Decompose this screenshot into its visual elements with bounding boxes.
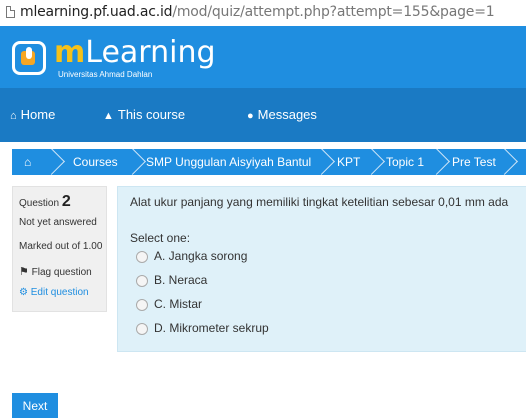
gear-icon: ⚙	[19, 287, 28, 298]
breadcrumb: ⌂ Courses SMP Unggulan Aisyiyah Bantul K…	[12, 149, 526, 175]
nav-messages[interactable]: ● Messages	[247, 107, 317, 122]
url-path: /mod/quiz/attempt.php?attempt=155&page=1	[172, 4, 495, 20]
flag-question[interactable]: ⚑ Flag question	[19, 265, 92, 278]
sitemap-icon: ▲	[103, 110, 114, 122]
question-grade: Marked out of 1.00	[19, 241, 103, 252]
radio-button[interactable]	[136, 251, 148, 263]
nav-home[interactable]: ⌂ Home	[10, 107, 55, 122]
next-button[interactable]: Next	[12, 393, 58, 418]
breadcrumb-kpt[interactable]: KPT	[337, 149, 360, 175]
breadcrumb-quiz[interactable]: Pre Test	[452, 149, 496, 175]
radio-button[interactable]	[136, 299, 148, 311]
edit-question[interactable]: ⚙ Edit question	[19, 287, 89, 298]
breadcrumb-courses[interactable]: Courses	[73, 149, 118, 175]
breadcrumb-separator	[119, 149, 146, 175]
breadcrumb-course[interactable]: SMP Unggulan Aisyiyah Bantul	[146, 149, 311, 175]
question-number: Question 2	[19, 193, 71, 210]
question-info: Question 2 Not yet answered Marked out o…	[12, 186, 107, 312]
breadcrumb-separator	[308, 149, 335, 175]
site-logo-subtitle: Universitas Ahmad Dahlan	[58, 70, 153, 79]
breadcrumb-separator	[358, 149, 385, 175]
site-header: mLearning Universitas Ahmad Dahlan	[0, 26, 526, 88]
question-content: Alat ukur panjang yang memiliki tingkat …	[117, 186, 526, 352]
comment-icon: ●	[247, 110, 254, 122]
address-bar[interactable]: mlearning.pf.uad.ac.id/mod/quiz/attempt.…	[0, 0, 526, 27]
logo-hand-icon	[12, 41, 46, 75]
page-icon	[6, 6, 15, 18]
site-logo[interactable]: mLearning	[54, 38, 216, 68]
select-one-label: Select one:	[130, 231, 191, 245]
question-status: Not yet answered	[19, 217, 97, 228]
url-host: mlearning.pf.uad.ac.id	[20, 4, 173, 20]
breadcrumb-separator	[423, 149, 450, 175]
main-nav: ⌂ Home ▲ This course ● Messages	[0, 88, 526, 142]
breadcrumb-home-icon[interactable]: ⌂	[24, 149, 31, 175]
url-text[interactable]: mlearning.pf.uad.ac.id/mod/quiz/attempt.…	[20, 4, 495, 20]
radio-button[interactable]	[136, 275, 148, 287]
flag-icon: ⚑	[19, 266, 29, 278]
question-text: Alat ukur panjang yang memiliki tingkat …	[130, 195, 509, 209]
home-icon: ⌂	[10, 110, 17, 122]
radio-button[interactable]	[136, 323, 148, 335]
nav-this-course[interactable]: ▲ This course	[103, 107, 185, 122]
breadcrumb-topic[interactable]: Topic 1	[386, 149, 424, 175]
breadcrumb-separator	[38, 149, 65, 175]
